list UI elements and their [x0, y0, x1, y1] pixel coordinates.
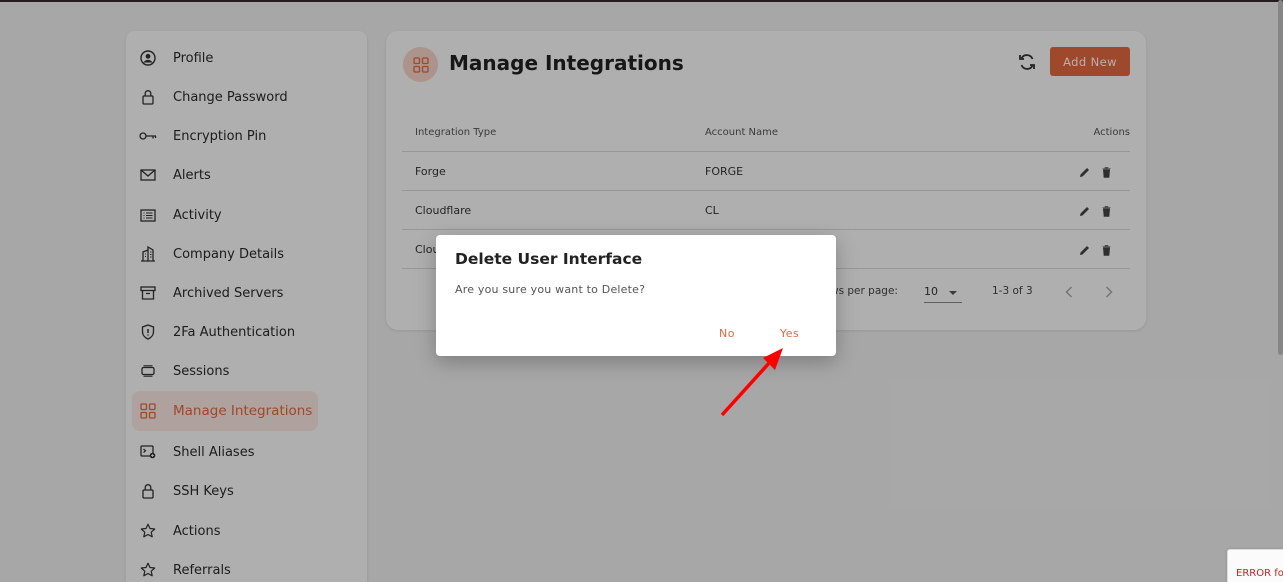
dialog-message: Are you sure you want to Delete? [455, 283, 646, 296]
annotation-arrow-icon [720, 348, 783, 417]
delete-confirm-dialog: Delete User Interface Are you sure you w… [436, 235, 836, 356]
error-badge: ERROR fo [1227, 549, 1283, 582]
no-button[interactable]: No [719, 327, 735, 340]
error-badge-text: ERROR fo [1236, 568, 1283, 579]
yes-button[interactable]: Yes [780, 327, 799, 340]
dialog-title: Delete User Interface [455, 250, 643, 268]
